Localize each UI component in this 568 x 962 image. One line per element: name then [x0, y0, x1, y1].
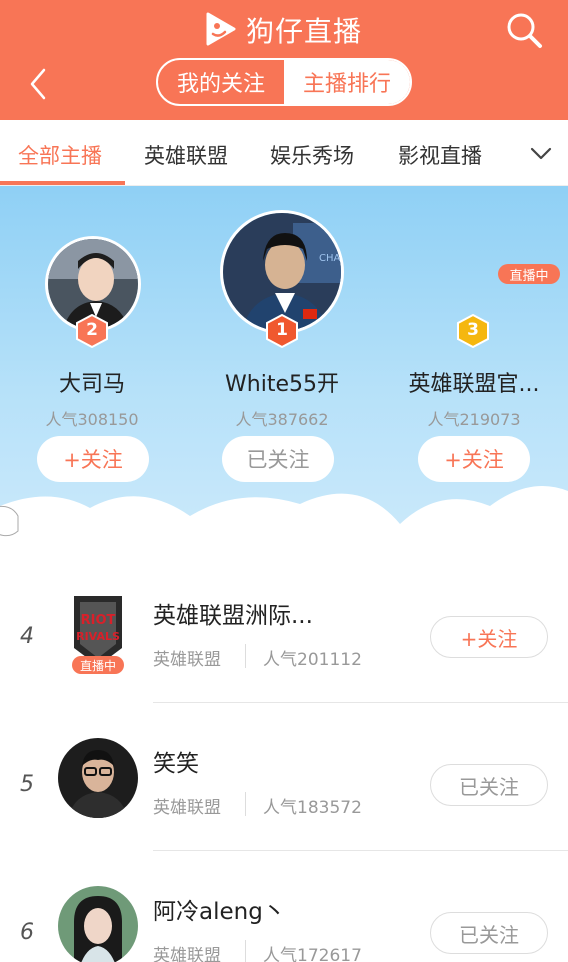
tab-all-streamers[interactable]: 全部主播: [18, 140, 102, 170]
popularity-count: 人气201112: [263, 650, 362, 670]
followed-button[interactable]: 已关注: [430, 764, 548, 806]
follow-ranking-segmented-control: 我的关注 主播排行: [156, 58, 412, 106]
streamer-name: White55开: [225, 372, 339, 397]
back-arrow-icon[interactable]: [20, 64, 60, 104]
streamer-name: 英雄联盟官...: [408, 372, 540, 397]
row-divider: [153, 702, 568, 703]
popularity-count: 人气172617: [263, 946, 362, 962]
tab-league-of-legends[interactable]: 英雄联盟: [144, 140, 228, 170]
popularity-count: 人气387662: [235, 410, 329, 429]
rank-number: 5: [20, 772, 34, 797]
top-three-podium: 2 大司马 人气308150 +关注 CHAM 1 White55开 人气387…: [0, 186, 568, 556]
follow-button[interactable]: +关注: [37, 436, 149, 482]
live-status-badge: 直播中: [72, 656, 124, 674]
chevron-down-icon[interactable]: [526, 140, 556, 168]
tab-streamer-ranking[interactable]: 主播排行: [284, 60, 410, 104]
category-label: 英雄联盟: [153, 650, 221, 670]
tab-entertainment-show[interactable]: 娱乐秀场: [270, 140, 354, 170]
divider: [245, 940, 246, 962]
category-label: 英雄联盟: [153, 798, 221, 818]
svg-text:RIOT: RIOT: [81, 613, 116, 628]
follow-button[interactable]: +关注: [430, 616, 548, 658]
followed-button[interactable]: 已关注: [222, 436, 334, 482]
streamer-name: 笑笑: [153, 751, 199, 777]
avatar[interactable]: [58, 738, 138, 818]
svg-text:CHAM: CHAM: [319, 253, 344, 264]
rank-number: 2: [86, 320, 98, 340]
svg-text:RIVALS: RIVALS: [76, 630, 120, 643]
app-logo-icon: [206, 12, 236, 46]
popularity-count: 人气308150: [45, 410, 139, 429]
streamer-name: 英雄联盟洲际...: [153, 603, 313, 629]
list-item[interactable]: 6 阿冷aleng丶 英雄联盟 人气172617 已关注: [0, 852, 568, 962]
tab-my-follows[interactable]: 我的关注: [158, 60, 284, 104]
avatar[interactable]: [58, 886, 138, 962]
follow-button[interactable]: +关注: [418, 436, 530, 482]
app-title: 狗仔直播: [246, 15, 363, 48]
category-label: 英雄联盟: [153, 946, 221, 962]
popularity-count: 人气219073: [427, 410, 521, 429]
row-divider: [153, 850, 568, 851]
list-item[interactable]: 5 笑笑 英雄联盟 人气183572 已关注: [0, 704, 568, 852]
followed-button[interactable]: 已关注: [430, 912, 548, 954]
streamer-name: 大司马: [58, 372, 125, 397]
live-status-badge: 直播中: [498, 264, 560, 284]
list-item[interactable]: 4 RIOT RIVALS 英雄联盟洲际... 英雄联盟 人气201112 +关…: [0, 556, 568, 704]
streamer-name: 阿冷aleng丶: [153, 899, 286, 925]
rank-number: 1: [276, 320, 288, 340]
rank-number: 4: [20, 624, 34, 649]
divider: [245, 792, 246, 816]
divider: [245, 644, 246, 668]
active-tab-indicator: [0, 181, 125, 185]
rank-number: 3: [467, 320, 479, 340]
tab-film-tv-live[interactable]: 影视直播: [398, 140, 482, 170]
rank-number: 6: [20, 920, 34, 945]
search-icon[interactable]: [500, 8, 548, 52]
app-header: 狗仔直播 我的关注 主播排行: [0, 0, 568, 120]
popularity-count: 人气183572: [263, 798, 362, 818]
category-tab-bar: 全部主播 英雄联盟 娱乐秀场 影视直播: [0, 120, 568, 186]
